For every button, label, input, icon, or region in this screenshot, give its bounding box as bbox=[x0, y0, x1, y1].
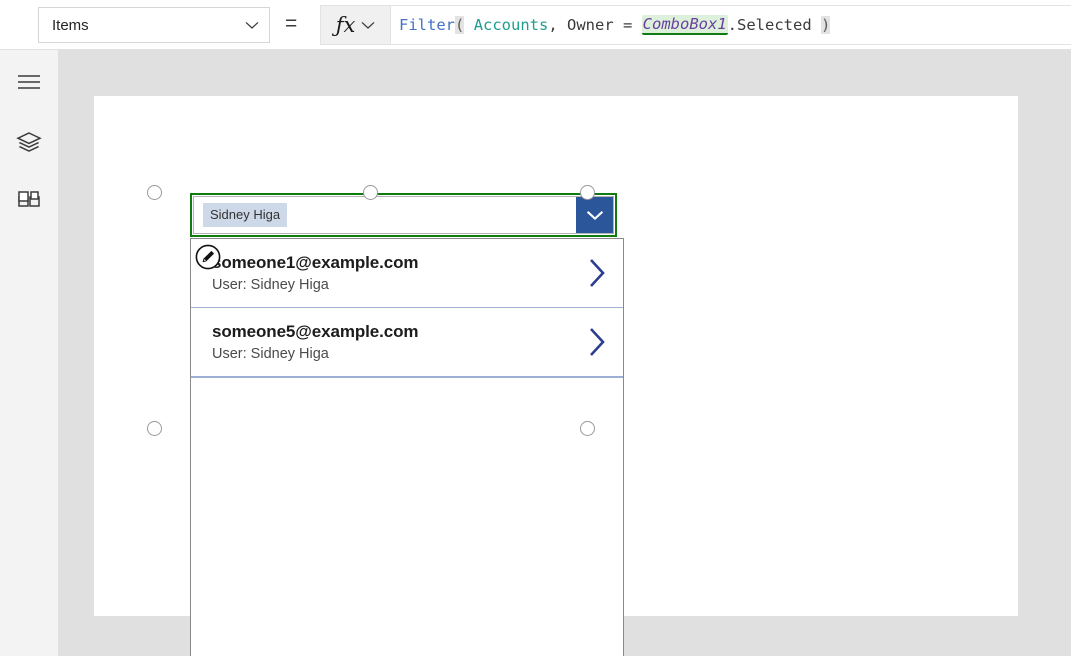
sidebar-item-insert[interactable] bbox=[9, 182, 49, 222]
gallery-item[interactable]: someone5@example.com User: Sidney Higa bbox=[191, 308, 623, 377]
sidebar-item-tree-view[interactable] bbox=[9, 122, 49, 162]
formula-token-6: .Selected bbox=[727, 16, 821, 34]
equals-sign: = bbox=[285, 12, 298, 35]
chevron-right-icon[interactable] bbox=[587, 257, 607, 289]
tree-view-icon bbox=[16, 132, 42, 152]
combobox-control[interactable]: Sidney Higa bbox=[193, 196, 614, 234]
handle-middle-left[interactable] bbox=[147, 421, 162, 436]
gallery-item-title: someone5@example.com bbox=[212, 321, 419, 341]
combobox-selected-chip: Sidney Higa bbox=[203, 203, 288, 227]
handle-top-left[interactable] bbox=[147, 185, 162, 200]
formula-token-7: ) bbox=[821, 16, 831, 34]
pencil-circle-icon[interactable] bbox=[195, 244, 221, 270]
gallery-item-subtitle: User: Sidney Higa bbox=[212, 276, 329, 293]
handle-top-right[interactable] bbox=[580, 185, 595, 200]
formula-token-0: Filter bbox=[399, 16, 455, 34]
chevron-down-icon bbox=[586, 210, 603, 220]
formula-token-2 bbox=[464, 16, 473, 34]
gallery-item-title: someone1@example.com bbox=[212, 252, 419, 272]
insert-icon bbox=[18, 191, 40, 207]
gallery-item[interactable]: someone1@example.com User: Sidney Higa bbox=[191, 239, 623, 308]
canvas-workspace[interactable]: Sidney Higa someone1@example.com User: Si… bbox=[58, 50, 1071, 656]
gallery-control[interactable]: someone1@example.com User: Sidney Higa som… bbox=[190, 238, 624, 656]
formula-token-4: , Owner = bbox=[548, 16, 642, 34]
handle-middle-right[interactable] bbox=[580, 421, 595, 436]
gallery-empty-separator bbox=[191, 377, 623, 378]
gallery-item-subtitle: User: Sidney Higa bbox=[212, 345, 329, 362]
formula-input[interactable]: Filter( Accounts, Owner = ComboBox1 .Sele… bbox=[390, 5, 1071, 45]
menu-icon bbox=[18, 75, 40, 89]
fx-label: ƒx bbox=[335, 12, 356, 37]
combobox-dropdown-button[interactable] bbox=[576, 197, 613, 233]
property-dropdown[interactable]: Items bbox=[38, 7, 270, 43]
fx-button[interactable]: ƒx bbox=[320, 5, 390, 45]
sidebar-item-menu[interactable] bbox=[9, 62, 49, 102]
formula-token-1: ( bbox=[455, 16, 465, 34]
chevron-down-icon bbox=[361, 21, 375, 29]
formula-bar: Items = ƒx Filter( Accounts, Owner = Com… bbox=[0, 0, 1071, 50]
power-apps-studio: Items = ƒx Filter( Accounts, Owner = Com… bbox=[0, 0, 1071, 656]
handle-top-center[interactable] bbox=[363, 185, 378, 200]
property-dropdown-label: Items bbox=[52, 16, 89, 34]
formula-token-5: ComboBox1 bbox=[641, 15, 728, 35]
chevron-down-icon bbox=[245, 21, 259, 29]
left-rail bbox=[0, 50, 58, 656]
app-screen[interactable]: Sidney Higa someone1@example.com User: Si… bbox=[94, 96, 1018, 656]
formula-token-3: Accounts bbox=[473, 16, 549, 34]
chevron-right-icon[interactable] bbox=[587, 326, 607, 358]
